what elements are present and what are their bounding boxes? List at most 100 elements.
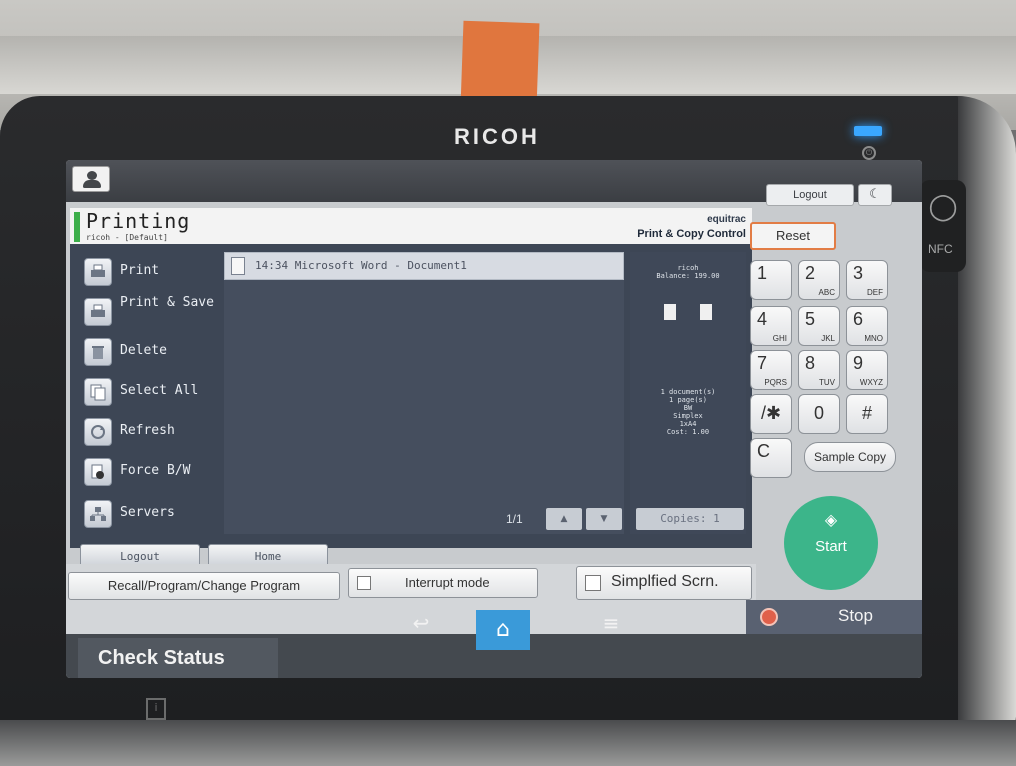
vendor-product-name: Print & Copy Control [637,228,746,240]
key-digit: 8 [805,353,816,373]
key-symbol: /✱ [760,403,782,423]
scroll-down-button[interactable]: ▼ [586,508,622,530]
key-letters: JKL [821,334,835,343]
key-letters: MNO [864,334,883,343]
summary-paper: 1xA4 [679,420,697,428]
list-item[interactable]: 14:34 Microsoft Word - Document1 [224,252,624,280]
force-bw-icon [84,458,112,486]
simplified-screen-button[interactable]: Simplfied Scrn. [576,566,752,600]
reset-button[interactable]: Reset [750,222,836,250]
key-digit: 5 [805,309,816,329]
key-letters: PQRS [764,378,787,387]
key-letters: TUV [819,378,835,387]
key-symbol: # [861,403,872,423]
back-icon[interactable]: ↩ [396,608,446,638]
document-title: 14:34 Microsoft Word - Document1 [255,259,467,272]
key-0[interactable]: 0 [798,394,840,434]
summary-color-mode: BW [683,404,693,412]
home-icon[interactable]: ⌂ [476,610,530,650]
menu-icon[interactable]: ≡ [586,608,636,638]
refresh-icon [84,418,112,446]
key-3[interactable]: 3 DEF [846,260,888,300]
key-letters: GHI [772,334,787,343]
power-icon[interactable]: ⏻ [862,146,876,160]
scroll-up-button[interactable]: ▲ [546,508,582,530]
start-button[interactable]: ◈ Start [784,496,878,590]
select-all-icon [84,378,112,406]
sidebar-item-label: Refresh [120,423,175,438]
interrupt-label: Interrupt mode [405,575,490,590]
key-1[interactable]: 1 [750,260,792,300]
key-letters: ABC [818,288,835,297]
key-7[interactable]: 7 PQRS [750,350,792,390]
energy-saver-icon[interactable]: ☾ [858,184,892,206]
start-label: Start [815,538,847,555]
clear-button[interactable]: C [750,438,792,478]
key-letters: DEF [867,288,883,297]
mono-document-icon [700,304,712,320]
sidebar-item-label: Delete [120,343,167,358]
trash-icon [84,338,112,366]
page-title: Printing [86,209,191,233]
key-digit: 4 [757,309,768,329]
key-6[interactable]: 6 MNO [846,306,888,346]
key-9[interactable]: 9 WXYZ [846,350,888,390]
stop-icon [760,608,778,626]
sidebar-item-label: Servers [120,505,175,520]
check-status-button[interactable]: Check Status [78,638,278,678]
sidebar-item-label: Select All [120,383,199,398]
touch-screen: Logout ☾ Printing ricoh - [Default] equi… [66,160,922,678]
key-8[interactable]: 8 TUV [798,350,840,390]
sample-copy-button[interactable]: Sample Copy [804,442,896,472]
interrupt-mode-button[interactable]: Interrupt mode [348,568,538,598]
control-panel-edge [958,96,1016,736]
key-2[interactable]: 2 ABC [798,260,840,300]
copies-field[interactable]: Copies: 1 [636,508,744,530]
vendor-logo: equitrac [707,214,746,225]
sidebar-item-label: Print & Save [120,295,214,310]
sidebar-item-force-bw[interactable]: Force B/W [80,456,220,488]
sidebar-item-select-all[interactable]: Select All [80,376,220,408]
sidebar-item-servers[interactable]: Servers [80,498,220,530]
key-digit: 9 [853,353,864,373]
start-icon: ◈ [824,510,838,529]
print-save-icon [84,298,112,326]
document-list: 14:34 Microsoft Word - Document1 1/1 ▲ ▼ [224,252,624,534]
desk-surface [0,720,1016,766]
page-subtitle: ricoh - [Default] [86,233,168,242]
stop-label: Stop [838,606,873,625]
sidebar-item-delete[interactable]: Delete [80,336,220,368]
status-led [854,126,882,136]
simplified-checkbox [585,575,601,591]
printing-app: Printing ricoh - [Default] equitrac Prin… [70,208,752,570]
sidebar-item-print-save[interactable]: Print & Save [80,296,220,328]
key-letters: WXYZ [859,378,883,387]
summary-pages: 1 page(s) [669,396,707,404]
job-info-panel: ricoh Balance: 199.00 1 document(s) 1 pa… [630,252,746,534]
sidebar-item-print[interactable]: Print [80,256,220,288]
key-5[interactable]: 5 JKL [798,306,840,346]
recall-program-button[interactable]: Recall/Program/Change Program [68,572,340,600]
account-name: ricoh [677,264,699,272]
servers-icon [84,500,112,528]
key-4[interactable]: 4 GHI [750,306,792,346]
key-tone[interactable]: /✱ [750,394,792,434]
key-hash[interactable]: # [846,394,888,434]
key-digit: 2 [805,263,816,283]
page-indicator: 1/1 [506,512,523,526]
simplified-label: Simplfied Scrn. [611,573,719,590]
logout-button[interactable]: Logout [766,184,854,206]
sidebar-item-label: Print [120,263,160,278]
sidebar-item-label: Force B/W [120,463,191,478]
sidebar-item-refresh[interactable]: Refresh [80,416,220,448]
app-header: Printing ricoh - [Default] equitrac Prin… [70,208,752,246]
key-digit: 6 [853,309,864,329]
stop-button[interactable]: Stop [746,600,922,634]
key-digit: 1 [757,263,768,283]
account-balance: Balance: 199.00 [656,272,720,280]
user-icon-body [83,180,101,188]
user-account-button[interactable] [72,166,110,192]
document-icon [231,257,245,275]
user-icon [87,171,97,180]
info-icon[interactable]: i [146,698,166,720]
